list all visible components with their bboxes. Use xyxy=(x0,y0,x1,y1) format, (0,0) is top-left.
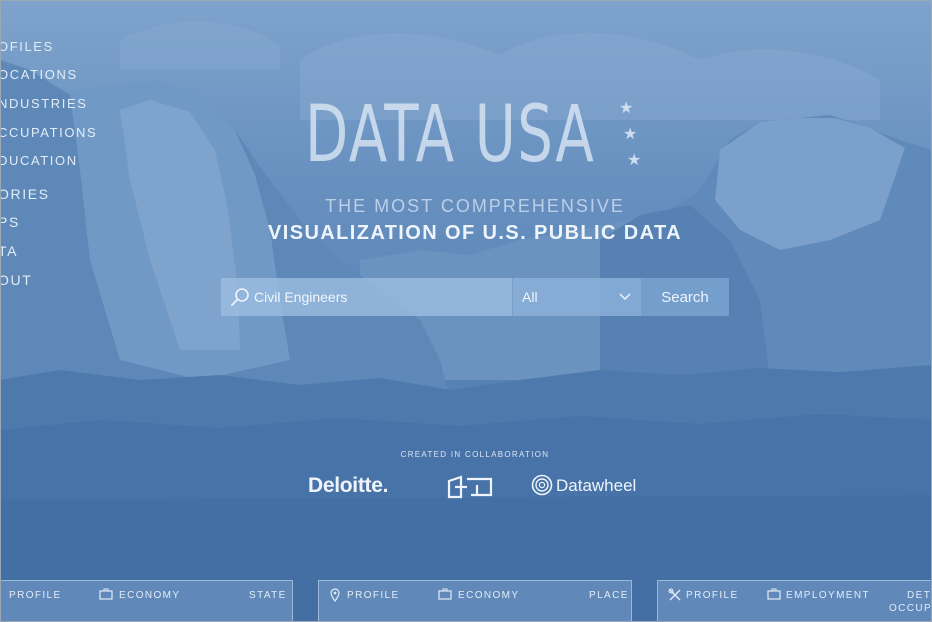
profile-card-state[interactable]: PROFILE ECONOMY STATE xyxy=(0,580,293,622)
collaboration-label: CREATED IN COLLABORATION xyxy=(400,450,550,459)
profile-card-place[interactable]: PROFILE ECONOMY PLACE xyxy=(318,580,632,622)
search-input-value: Civil Engineers xyxy=(254,289,348,305)
search-filter-value: All xyxy=(522,289,538,305)
card-profile-label: PROFILE xyxy=(9,590,62,601)
nav-item-occupations[interactable]: CCUPATIONS xyxy=(0,125,97,140)
search-input[interactable]: Civil Engineers xyxy=(221,278,513,316)
card-employment-label: EMPLOYMENT xyxy=(786,590,871,601)
datawheel-logo-icon[interactable] xyxy=(531,474,553,496)
card-economy-label: ECONOMY xyxy=(458,590,520,601)
nav-item-data[interactable]: TA xyxy=(0,243,18,259)
nav-item-about[interactable]: OUT xyxy=(0,272,32,288)
profile-card-occupation[interactable]: PROFILE EMPLOYMENT DETA OCCUPA xyxy=(657,580,932,622)
partner-logos: Deloitte. Datawheel xyxy=(0,470,932,504)
card-profile-label: PROFILE xyxy=(686,590,739,601)
briefcase-icon xyxy=(767,588,781,600)
star-icon: ★ xyxy=(619,100,634,117)
card-type-label-top: DETA xyxy=(907,590,932,601)
star-icon: ★ xyxy=(623,126,638,143)
logo-wordmark: DATA USA xyxy=(305,90,596,180)
search-icon xyxy=(231,288,249,306)
card-profile-label: PROFILE xyxy=(347,590,400,601)
data-usa-logo: DATA USA ★ ★ ★ xyxy=(305,88,645,188)
card-type-label: STATE xyxy=(249,590,287,601)
datawheel-logo-text[interactable]: Datawheel xyxy=(556,476,636,496)
side-navigation: OFILES OCATIONS NDUSTRIES CCUPATIONS DUC… xyxy=(0,0,120,300)
nav-item-industries[interactable]: NDUSTRIES xyxy=(0,96,88,111)
deloitte-logo[interactable]: Deloitte. xyxy=(308,474,388,498)
nav-item-locations[interactable]: OCATIONS xyxy=(0,67,78,82)
ecl-logo-icon[interactable] xyxy=(447,475,495,499)
star-icon: ★ xyxy=(627,152,642,169)
tools-icon xyxy=(668,588,681,601)
search-filter-select[interactable]: All xyxy=(513,278,641,316)
briefcase-icon xyxy=(99,588,113,600)
tagline-line-1: THE MOST COMPREHENSIVE xyxy=(325,196,625,216)
card-type-label: PLACE xyxy=(589,590,629,601)
location-pin-icon xyxy=(330,588,340,602)
card-economy-label: ECONOMY xyxy=(119,590,181,601)
card-type-label-bottom: OCCUPA xyxy=(889,603,932,614)
briefcase-icon xyxy=(438,588,452,600)
search-bar: Civil Engineers All Search xyxy=(221,278,729,316)
search-button[interactable]: Search xyxy=(641,278,729,316)
chevron-down-icon xyxy=(619,293,631,301)
nav-item-education[interactable]: DUCATION xyxy=(0,153,78,168)
nav-item-profiles[interactable]: OFILES xyxy=(0,39,54,54)
tagline-line-2: VISUALIZATION OF U.S. PUBLIC DATA xyxy=(268,222,682,244)
